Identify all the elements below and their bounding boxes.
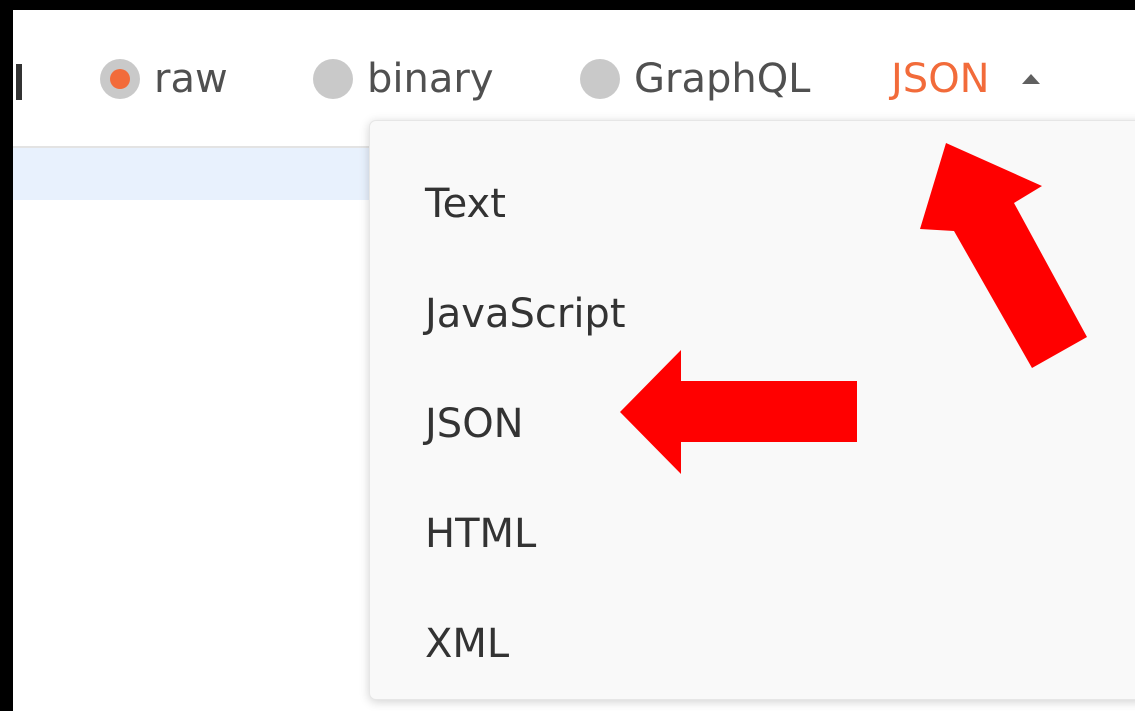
annotation-arrow-to-json-item: [620, 350, 857, 474]
